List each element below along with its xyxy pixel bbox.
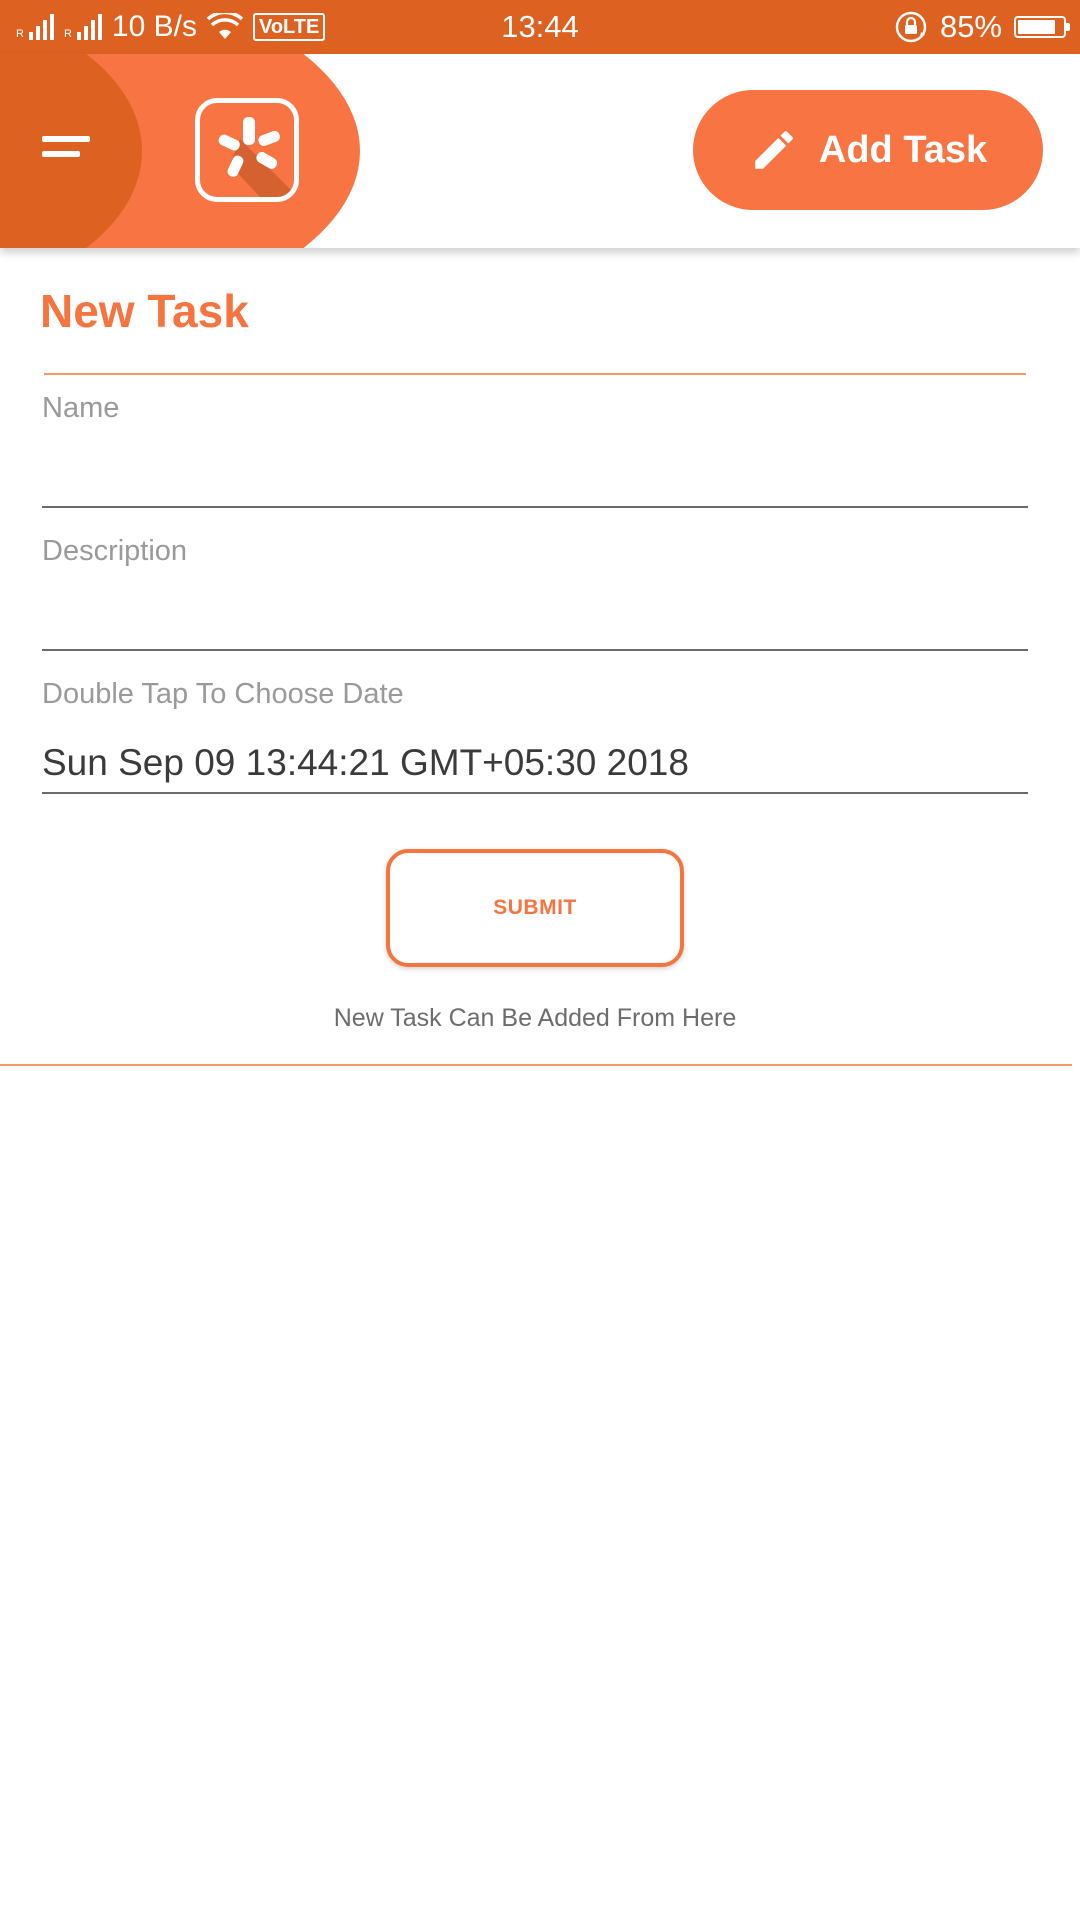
app-toolbar: Add Task <box>0 54 1080 248</box>
battery-icon <box>1014 16 1070 38</box>
name-field[interactable] <box>42 438 1028 508</box>
title-divider <box>44 373 1026 375</box>
description-label: Description <box>42 535 188 567</box>
app-logo <box>195 98 299 202</box>
add-task-label: Add Task <box>818 128 988 171</box>
status-right: 85% <box>894 0 1070 54</box>
battery-percent: 85% <box>939 9 1002 44</box>
rotation-lock-icon <box>895 11 927 43</box>
hint-text: New Task Can Be Added From Here <box>333 1004 737 1032</box>
pencil-icon <box>755 131 793 169</box>
submit-label: SUBMIT <box>493 896 577 919</box>
page-title: New Task <box>40 285 249 337</box>
submit-button[interactable]: SUBMIT <box>386 849 684 967</box>
status-bar: R R 10 B/s VoLTE 13:44 85% <box>0 0 1080 54</box>
yelp-burst-logo <box>218 117 294 197</box>
date-label: Double Tap To Choose Date <box>42 678 404 710</box>
menu-icon-line <box>42 136 90 142</box>
description-field[interactable] <box>42 581 1028 651</box>
add-task-button[interactable]: Add Task <box>693 90 1043 210</box>
name-label: Name <box>42 392 120 424</box>
date-field[interactable]: Sun Sep 09 13:44:21 GMT+05:30 2018 <box>42 738 1028 794</box>
menu-button[interactable] <box>30 126 90 174</box>
bottom-divider <box>0 1064 1072 1066</box>
menu-icon-line <box>42 151 80 157</box>
